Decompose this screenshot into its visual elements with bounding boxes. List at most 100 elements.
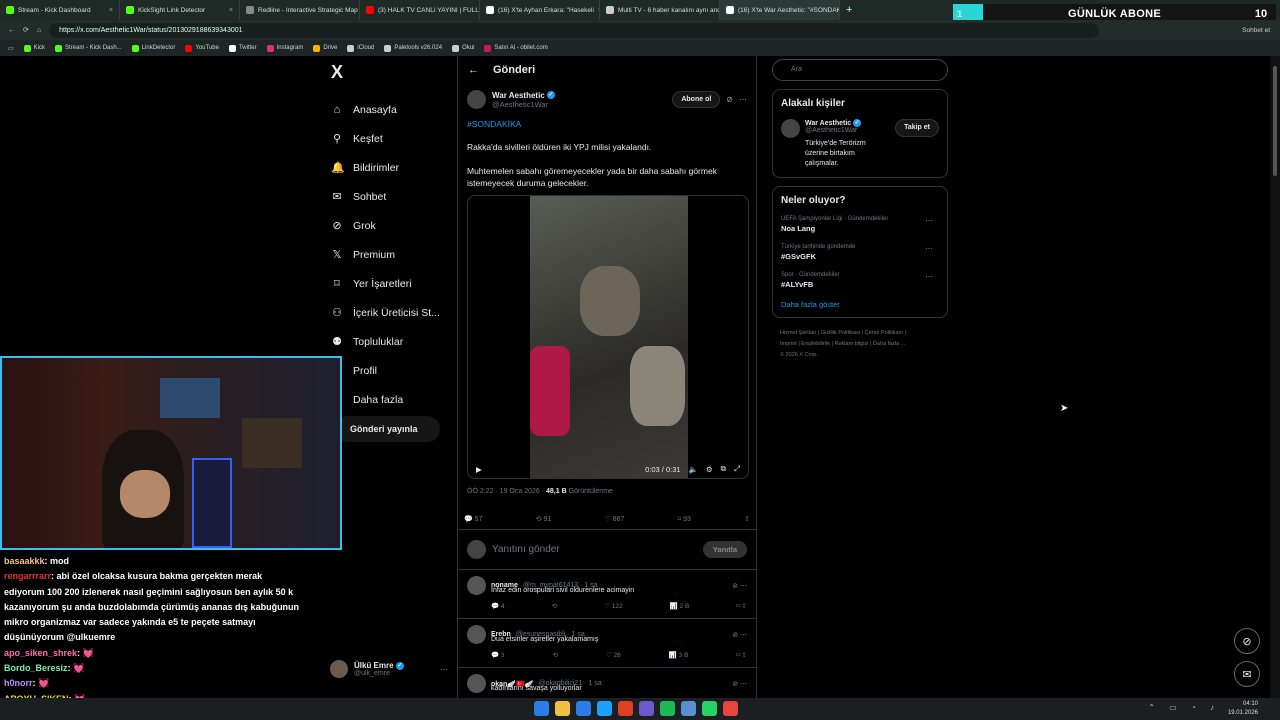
avatar[interactable] — [467, 576, 486, 595]
bookmark-item[interactable]: Stream - Kick Dash... — [55, 44, 122, 52]
sidebar-item-bell[interactable]: 🔔 Bildirimler — [325, 153, 445, 182]
reply-button[interactable]: Yanıtla — [702, 541, 747, 558]
settings-icon[interactable]: ⚙ — [706, 465, 713, 474]
home-icon[interactable]: ⌂ — [37, 27, 41, 34]
page-scrollbar[interactable] — [1270, 56, 1280, 698]
sidebar-item-x-premium[interactable]: 𝕏 Premium — [325, 240, 445, 269]
sidebar-item-home[interactable]: ⌂ Anasayfa — [325, 95, 445, 124]
views-action[interactable]: 📊 2 B — [670, 602, 690, 610]
like-action[interactable]: ♡ 887 — [604, 515, 624, 523]
comment[interactable]: Erebn @esunespasibli · 1 sa ⊘ ⋯ Dua etsinle… — [458, 619, 756, 668]
bookmark-item[interactable]: Okul — [452, 44, 474, 52]
close-icon[interactable]: × — [109, 7, 113, 14]
bookmark-share-icon[interactable]: ⌑ ⇧ — [736, 602, 747, 610]
bookmark-item[interactable]: Satın Al - obilet.com — [484, 44, 548, 52]
taskbar-app-icon[interactable] — [723, 701, 738, 716]
taskbar-app-icon[interactable] — [618, 701, 633, 716]
taskbar-app-icon[interactable] — [702, 701, 717, 716]
bookmark-item[interactable]: Drive — [313, 44, 337, 52]
profile-chat-button[interactable]: Sohbet et — [1242, 27, 1270, 34]
more-icon[interactable]: ⋯ — [925, 216, 933, 225]
footer-links[interactable]: Hizmet Şartları | Gizlilik Politikası | … — [772, 328, 948, 361]
taskbar-app-icon[interactable] — [555, 701, 570, 716]
grok-fab-icon[interactable]: ⊘ — [1234, 628, 1260, 654]
search-input[interactable]: Ara — [772, 59, 948, 81]
system-tray-icons[interactable]: ⌃ ▭ ◔ ♪ — [1148, 703, 1220, 712]
bookmark-share-icon[interactable]: ⌑ ⇧ — [736, 651, 747, 659]
more-icon[interactable]: ··· — [440, 665, 448, 674]
sidebar-item-search[interactable]: ⚲ Keşfet — [325, 124, 445, 153]
bookmark-item[interactable]: Kick — [23, 44, 45, 52]
browser-tab[interactable]: (16) X'te Ayhan Erkara: "Hasekeli× — [480, 0, 600, 20]
avatar[interactable] — [467, 674, 486, 693]
reply-action[interactable]: 💬 4 — [491, 602, 505, 610]
browser-tab[interactable]: Multi TV - 6 haber kanalını aynı anda× — [600, 0, 720, 20]
apps-icon[interactable]: ▭ — [8, 45, 14, 52]
bookmark-item[interactable]: Twitter — [228, 44, 257, 52]
sidebar-item-grok[interactable]: ⊘ Grok — [325, 211, 445, 240]
show-more-link[interactable]: Daha fazla göster — [781, 300, 939, 309]
trend-item[interactable]: UEFA Şampiyonlar Ligi · Gündemdekiler Noa… — [781, 216, 939, 233]
avatar[interactable] — [467, 90, 486, 109]
repost-action[interactable]: ⟲ 91 — [536, 515, 552, 523]
volume-icon[interactable]: 🔈 — [689, 465, 698, 474]
browser-tab[interactable]: (16) X'te War Aesthetic: "#SONDAKİ× — [720, 0, 840, 20]
reply-action[interactable]: 💬 3 — [491, 651, 505, 659]
reply-action[interactable]: 💬 57 — [464, 515, 482, 523]
repost-action[interactable]: ⟲ — [552, 602, 557, 610]
close-icon[interactable]: × — [229, 7, 233, 14]
bookmark-item[interactable]: YouTube — [185, 44, 219, 52]
back-icon[interactable]: ← — [8, 27, 15, 34]
bookmark-action[interactable]: ⌑ 93 — [678, 515, 691, 523]
video-player[interactable]: ▶ 0:03 / 0:31 🔈 ⚙ ⧉ ⤢ — [467, 195, 749, 479]
avatar[interactable] — [467, 625, 486, 644]
trend-item[interactable]: Spor · Gündemdekiler #ALYvFB ⋯ — [781, 272, 939, 289]
bookmark-item[interactable]: LinkDetector — [131, 44, 175, 52]
more-icon[interactable]: ⋯ — [925, 272, 933, 281]
grok-icon[interactable]: ⊘ — [726, 95, 733, 104]
author-handle[interactable]: @Aesthetic1War — [492, 100, 555, 109]
grok-icon[interactable]: ⊘ ⋯ — [732, 631, 747, 639]
sidebar-item-creator[interactable]: ⚇ İçerik Üreticisi St... — [325, 298, 445, 327]
views-action[interactable]: 📊 3 B — [669, 651, 689, 659]
sidebar-item-profile[interactable]: ☺Profil — [325, 356, 445, 385]
repost-action[interactable]: ⟲ — [553, 651, 558, 659]
taskbar-app-icon[interactable] — [639, 701, 654, 716]
taskbar-app-icon[interactable] — [681, 701, 696, 716]
follow-button[interactable]: Takip et — [895, 119, 939, 137]
hashtag-link[interactable]: #SONDAKİKA — [467, 119, 747, 129]
sidebar-item-mail[interactable]: ✉ Sohbet — [325, 182, 445, 211]
back-arrow-icon[interactable]: ← — [468, 64, 479, 76]
pip-icon[interactable]: ⧉ — [721, 464, 726, 474]
url-field[interactable]: https://x.com/Aesthetic1War/status/20130… — [49, 22, 1100, 38]
sidebar-item-more[interactable]: ⋯Daha fazla — [325, 385, 445, 414]
new-tab-button[interactable]: + — [846, 4, 852, 16]
x-logo[interactable]: X — [331, 62, 445, 83]
browser-tab[interactable]: KickSight Link Detector × — [120, 0, 240, 20]
play-icon[interactable]: ▶ — [476, 465, 482, 474]
comment[interactable]: noname @m_mypat61413 · 1 sa ⊘ ⋯ Infaz edin … — [458, 570, 756, 619]
sidebar-item-communities[interactable]: ⚉ Topluluklar — [325, 327, 445, 356]
author-name[interactable]: War Aesthetic — [492, 91, 545, 100]
related-name[interactable]: War Aesthetic — [805, 120, 851, 127]
more-icon[interactable]: ⋯ — [925, 244, 933, 253]
messages-fab-icon[interactable]: ✉ — [1234, 661, 1260, 687]
taskbar-app-icon[interactable] — [660, 701, 675, 716]
avatar[interactable] — [781, 119, 800, 138]
taskbar-clock[interactable]: 04:10 19.01.2026 — [1228, 700, 1258, 718]
browser-tab[interactable]: Redline - Interactive Strategic Map× — [240, 0, 360, 20]
taskbar-app-icon[interactable] — [597, 701, 612, 716]
grok-icon[interactable]: ⊘ ⋯ — [732, 680, 747, 688]
grok-icon[interactable]: ⊘ ⋯ — [732, 582, 747, 590]
like-action[interactable]: ♡ 26 — [606, 651, 621, 659]
like-action[interactable]: ♡ 122 — [604, 602, 623, 610]
post-button[interactable]: Gönderi yayınla — [335, 416, 440, 442]
trend-item[interactable]: Türkiye tarihinde gündemde #GSvGFK ⋯ — [781, 244, 939, 261]
bookmark-item[interactable]: iCloud — [347, 44, 374, 52]
browser-tab[interactable]: (3) HALK TV CANLI YAYINI | FULL× — [360, 0, 480, 20]
bookmark-item[interactable]: Paletools v26.024 — [384, 44, 442, 52]
share-icon[interactable]: ⇧ — [744, 515, 750, 523]
more-icon[interactable]: ⋯ — [739, 95, 747, 104]
taskbar-app-icon[interactable] — [534, 701, 549, 716]
fullscreen-icon[interactable]: ⤢ — [734, 464, 740, 474]
